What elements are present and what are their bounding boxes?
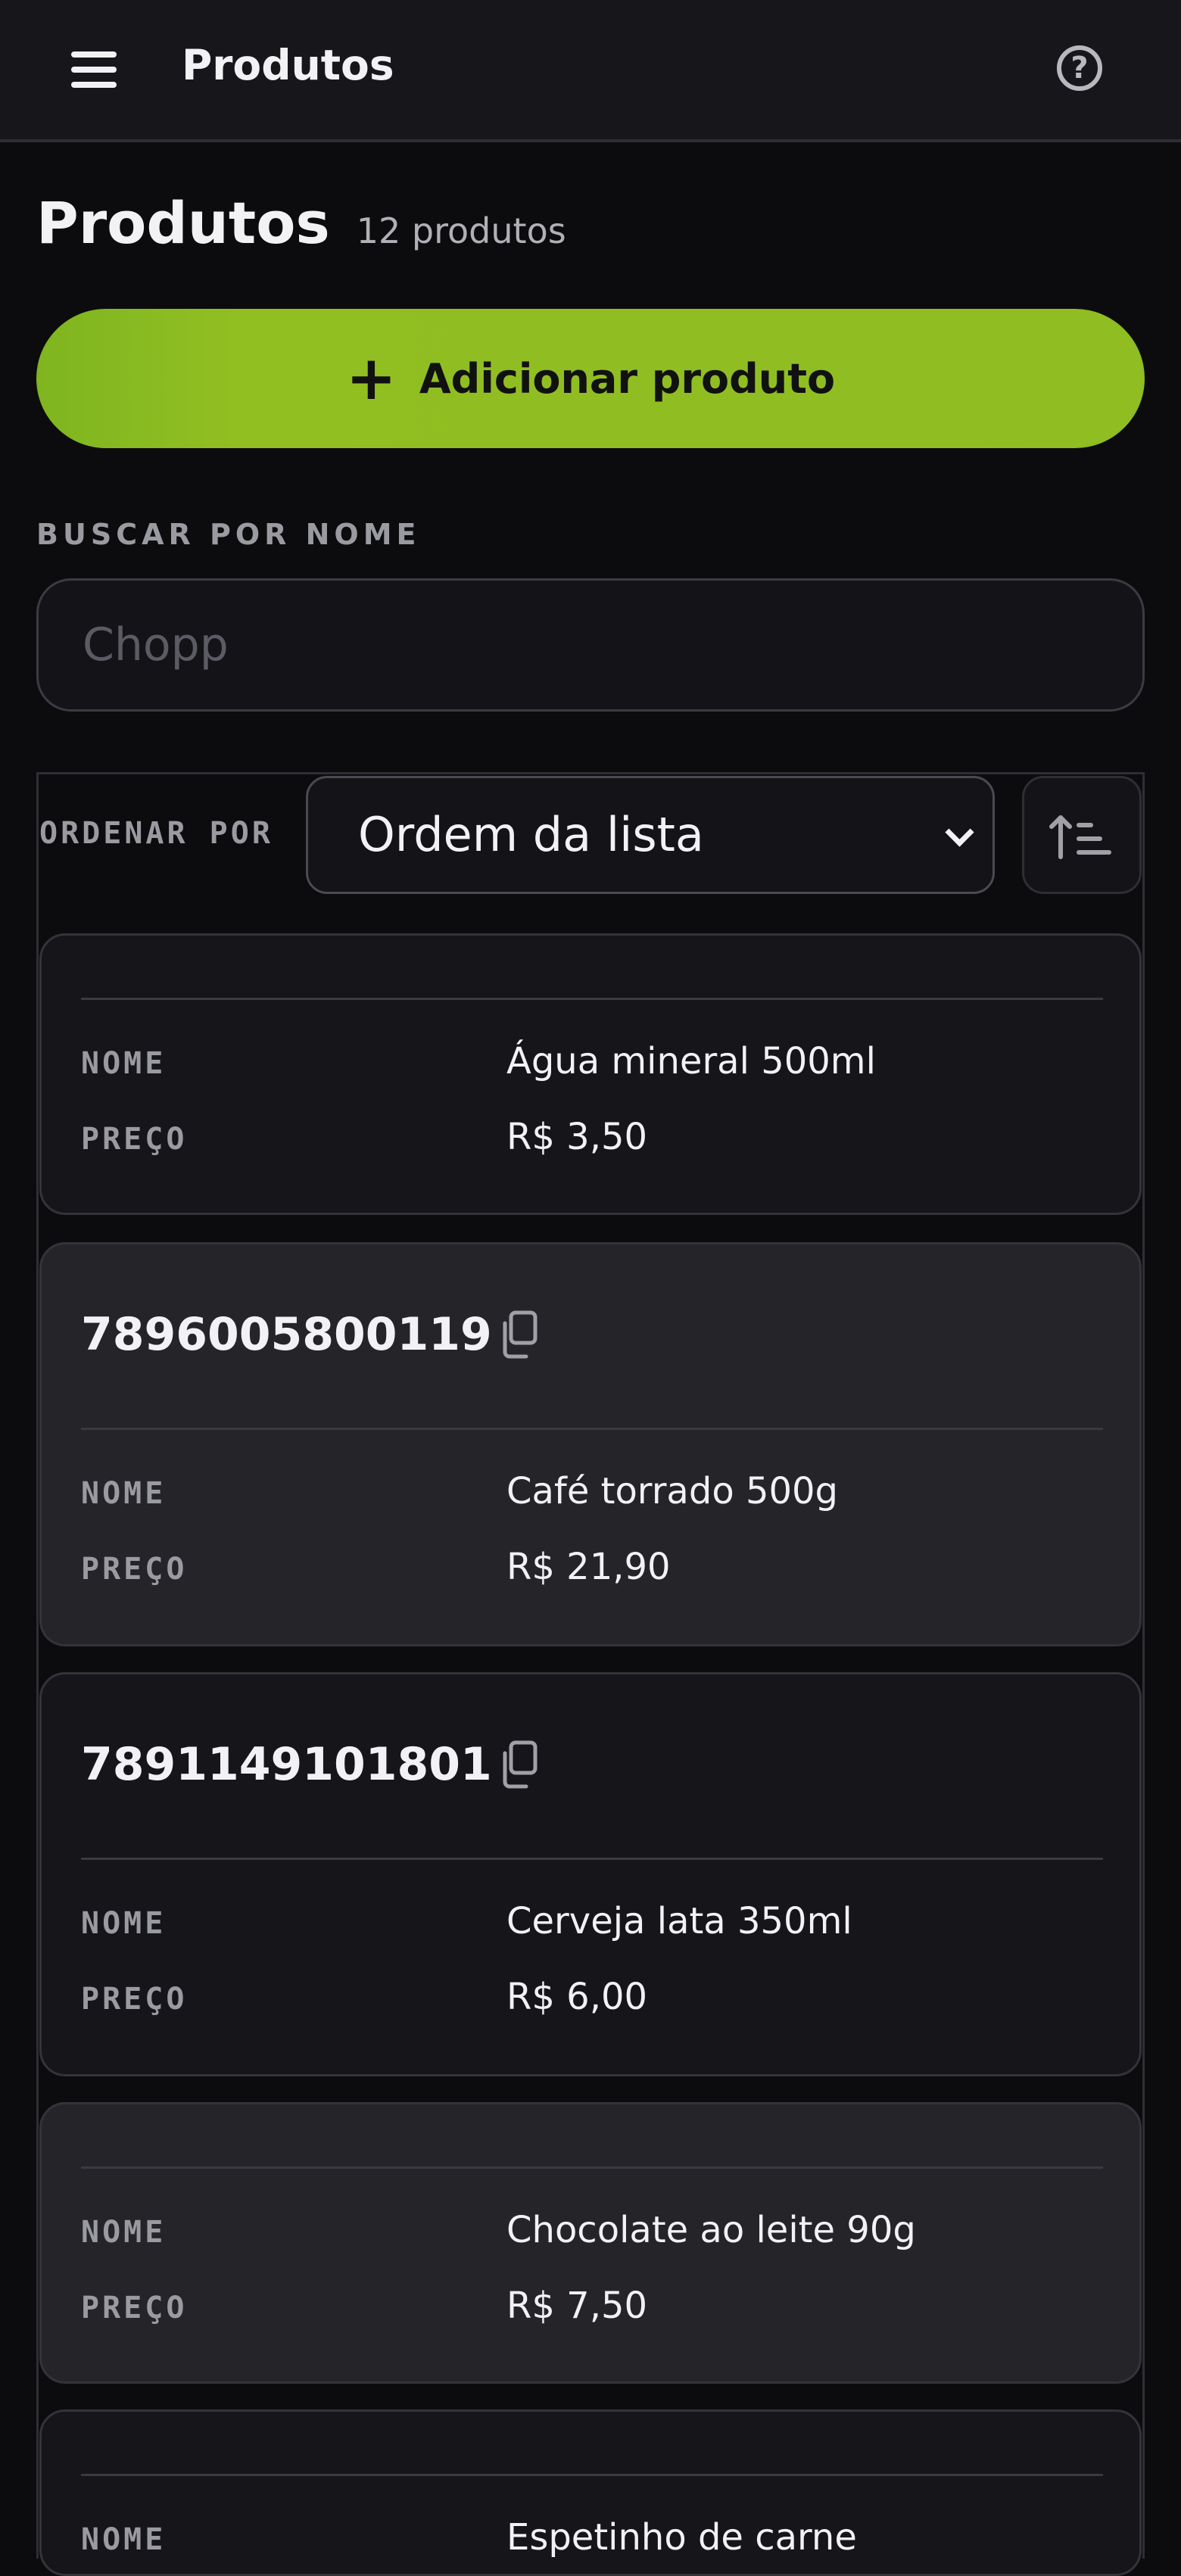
product-price: R$ 3,50 (506, 1116, 648, 1158)
product-price: R$ 7,50 (506, 2285, 648, 2327)
copy-icon[interactable] (496, 1308, 541, 1361)
plus-icon: + (345, 343, 397, 413)
product-card[interactable]: 7896005800119 NOME Café torrado 500g PRE… (39, 1242, 1142, 1646)
name-label: NOME (81, 1906, 167, 1941)
search-input[interactable]: Chopp (36, 578, 1145, 712)
price-label: PREÇO (81, 1982, 188, 2017)
sort-order-button[interactable] (1022, 776, 1142, 894)
copy-icon[interactable] (496, 1738, 541, 1791)
sort-select-value: Ordem da lista (358, 807, 704, 862)
product-name: Espetinho de carne (506, 2516, 857, 2559)
price-label: PREÇO (81, 2291, 188, 2325)
name-label: NOME (81, 1046, 167, 1081)
chevron-down-icon (945, 818, 974, 847)
hamburger-menu-icon[interactable] (65, 47, 123, 94)
add-product-label: Adicionar produto (419, 354, 836, 403)
app-bar-title: Produtos (182, 41, 394, 89)
top-app-bar: Produtos ? (0, 0, 1181, 142)
price-label: PREÇO (81, 1122, 188, 1157)
product-name: Café torrado 500g (506, 1470, 839, 1512)
name-label: NOME (81, 1476, 167, 1511)
product-count: 12 produtos (356, 210, 566, 251)
help-circle-icon[interactable]: ? (1057, 45, 1102, 91)
name-label: NOME (81, 2215, 167, 2250)
product-name: Chocolate ao leite 90g (506, 2209, 916, 2251)
sort-label: ORDENAR POR (39, 816, 273, 851)
card-divider (81, 998, 1103, 1000)
sort-ascending-icon (1049, 815, 1111, 859)
product-name: Água mineral 500ml (506, 1040, 876, 1082)
product-price: R$ 21,90 (506, 1546, 671, 1588)
product-barcode: 7896005800119 (81, 1308, 492, 1361)
product-card[interactable]: NOME Chocolate ao leite 90g PREÇO R$ 7,5… (39, 2102, 1142, 2384)
card-divider (81, 2166, 1103, 2169)
card-divider (81, 1858, 1103, 1860)
search-label: BUSCAR POR NOME (36, 518, 421, 551)
product-card[interactable]: 7891149101801 NOME Cerveja lata 350ml PR… (39, 1672, 1142, 2076)
product-card[interactable]: NOME Espetinho de carne (39, 2409, 1142, 2576)
name-label: NOME (81, 2522, 167, 2557)
product-name: Cerveja lata 350ml (506, 1900, 852, 1942)
card-divider (81, 2474, 1103, 2476)
card-divider (81, 1428, 1103, 1430)
product-barcode: 7891149101801 (81, 1738, 492, 1791)
product-price: R$ 6,00 (506, 1976, 648, 2018)
sort-select[interactable]: Ordem da lista (306, 776, 995, 894)
add-product-button[interactable]: + Adicionar produto (36, 309, 1145, 448)
product-card[interactable]: NOME Água mineral 500ml PREÇO R$ 3,50 (39, 933, 1142, 1215)
page-heading: Produtos 12 produtos (36, 189, 566, 257)
page-title: Produtos (36, 189, 330, 257)
price-label: PREÇO (81, 1552, 188, 1587)
